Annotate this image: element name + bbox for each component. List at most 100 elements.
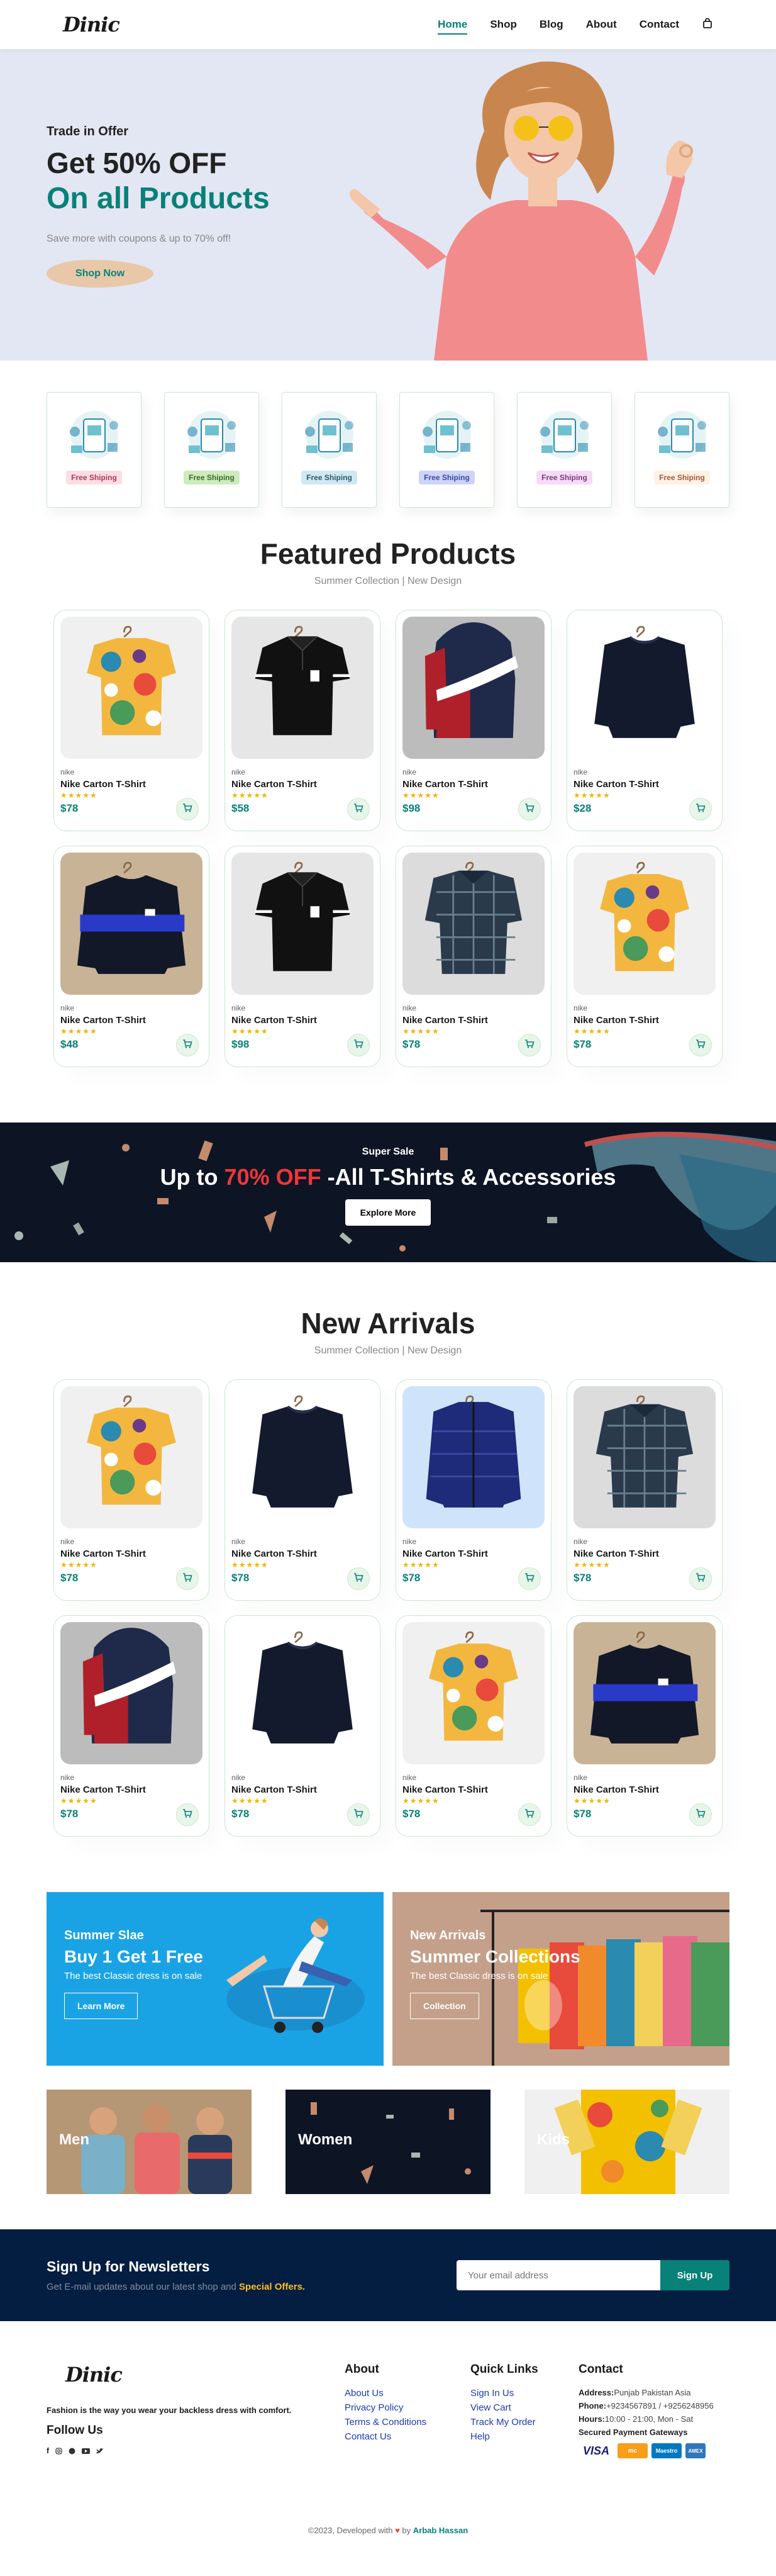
product-rating: ★★★★★ [574,1560,611,1569]
product-image-wrap[interactable] [574,853,716,995]
twitter-icon[interactable] [96,2446,104,2458]
shop-now-button[interactable]: Shop Now [47,260,153,288]
add-to-cart-button[interactable] [176,798,199,820]
collection-button[interactable]: Collection [410,1993,479,2019]
product-image-wrap[interactable] [574,1386,716,1528]
newsletter: Sign Up for Newsletters Get E-mail updat… [0,2229,776,2321]
category-kids[interactable]: Kids [524,2090,729,2194]
product-image-wrap[interactable] [231,1622,374,1764]
product-card[interactable]: nike Nike Carton T-Shirt ★★★★★ $78 [567,1379,723,1601]
footer-link-signin[interactable]: Sign In Us [470,2388,579,2399]
nav-about[interactable]: About [586,18,617,31]
pinterest-icon[interactable] [69,2446,75,2458]
product-image-wrap[interactable] [574,617,716,759]
footer-link-terms[interactable]: Terms & Conditions [345,2417,470,2428]
signup-button[interactable]: Sign Up [660,2260,729,2290]
bag-icon[interactable] [702,18,713,32]
product-image-wrap[interactable] [574,1622,716,1764]
add-to-cart-button[interactable] [689,798,712,820]
product-card[interactable]: nike Nike Carton T-Shirt ★★★★★ $98 [224,846,380,1067]
add-to-cart-button[interactable] [518,1567,541,1590]
footer-link-about[interactable]: About Us [345,2388,470,2399]
add-to-cart-button[interactable] [347,1567,370,1590]
product-brand: nike [231,1004,246,1012]
hero-title: Get 50% OFF [47,147,227,179]
footer-link-help[interactable]: Help [470,2431,579,2442]
product-card[interactable]: nike Nike Carton T-Shirt ★★★★★ $78 [567,846,723,1067]
nav-shop[interactable]: Shop [490,18,517,31]
category-men[interactable]: Men [47,2090,252,2194]
add-to-cart-button[interactable] [689,1034,712,1056]
footer-link-track[interactable]: Track My Order [470,2417,579,2428]
product-card[interactable]: nike Nike Carton T-Shirt ★★★★★ $78 [53,1379,209,1601]
product-rating: ★★★★★ [402,1560,440,1569]
add-to-cart-button[interactable] [518,1034,541,1056]
product-image-wrap[interactable] [231,1386,374,1528]
product-card[interactable]: nike Nike Carton T-Shirt ★★★★★ $78 [567,1615,723,1837]
nav-home[interactable]: Home [438,18,468,35]
add-to-cart-button[interactable] [176,1034,199,1056]
add-to-cart-button[interactable] [347,1803,370,1826]
footer-logo[interactable]: Dinic [65,2363,345,2387]
product-image-wrap[interactable] [60,1622,202,1764]
logo[interactable]: Dinic [63,13,120,36]
product-brand: nike [60,768,75,776]
visa-icon: VISA [579,2443,614,2458]
featured-header: Featured Products Summer Collection | Ne… [0,537,776,587]
product-image [402,1622,545,1764]
product-image-wrap[interactable] [231,617,374,759]
promo-buy1get1: Summer Slae Buy 1 Get 1 Free The best Cl… [47,1892,384,2066]
nav-blog[interactable]: Blog [540,18,563,31]
product-image [402,1386,545,1528]
add-to-cart-button[interactable] [347,1034,370,1056]
product-card[interactable]: nike Nike Carton T-Shirt ★★★★★ $78 [396,846,552,1067]
product-card[interactable]: nike Nike Carton T-Shirt ★★★★★ $98 [396,610,552,831]
add-to-cart-button[interactable] [689,1803,712,1826]
product-rating: ★★★★★ [402,1027,440,1036]
product-image-wrap[interactable] [402,853,545,995]
add-to-cart-button[interactable] [518,798,541,820]
footer-link-cart[interactable]: View Cart [470,2402,579,2413]
footer-link-contact[interactable]: Contact Us [345,2431,470,2442]
add-to-cart-button[interactable] [689,1567,712,1590]
promo1-sub: Summer Slae [64,1929,144,1942]
add-to-cart-button[interactable] [518,1803,541,1826]
product-card[interactable]: nike Nike Carton T-Shirt ★★★★★ $78 [53,610,209,831]
product-card[interactable]: nike Nike Carton T-Shirt ★★★★★ $78 [53,1615,209,1837]
product-image-wrap[interactable] [231,853,374,995]
footer-brand-col: Dinic Fashion is the way you wear your b… [47,2363,345,2458]
learn-more-button[interactable]: Learn More [64,1993,138,2019]
product-rating: ★★★★★ [231,1027,269,1036]
add-to-cart-button[interactable] [347,798,370,820]
product-card[interactable]: nike Nike Carton T-Shirt ★★★★★ $48 [53,846,209,1067]
product-card[interactable]: nike Nike Carton T-Shirt ★★★★★ $28 [567,610,723,831]
facebook-icon[interactable]: f [47,2446,49,2458]
product-card[interactable]: nike Nike Carton T-Shirt ★★★★★ $78 [224,1615,380,1837]
product-image-wrap[interactable] [60,617,202,759]
product-image-wrap[interactable] [60,1386,202,1528]
product-card[interactable]: nike Nike Carton T-Shirt ★★★★★ $78 [224,1379,380,1601]
explore-more-button[interactable]: Explore More [345,1199,431,1226]
product-image-wrap[interactable] [402,1622,545,1764]
hero-highlight: On all Products [47,182,270,215]
youtube-icon[interactable] [82,2446,90,2458]
product-card[interactable]: nike Nike Carton T-Shirt ★★★★★ $78 [396,1379,552,1601]
product-image-wrap[interactable] [402,617,545,759]
footer-about-col: About About Us Privacy Policy Terms & Co… [345,2363,470,2458]
cart-icon [524,1572,535,1586]
product-image-wrap[interactable] [60,853,202,995]
instagram-icon[interactable] [55,2446,62,2458]
product-image-wrap[interactable] [402,1386,545,1528]
add-to-cart-button[interactable] [176,1567,199,1590]
footer-link-privacy[interactable]: Privacy Policy [345,2402,470,2413]
product-card[interactable]: nike Nike Carton T-Shirt ★★★★★ $58 [224,610,380,831]
nav-contact[interactable]: Contact [640,18,679,31]
product-name: Nike Carton T-Shirt [402,1784,488,1795]
add-to-cart-button[interactable] [176,1803,199,1826]
product-card[interactable]: nike Nike Carton T-Shirt ★★★★★ $78 [396,1615,552,1837]
category-women[interactable]: Women [285,2090,491,2194]
newsletter-desc: Get E-mail updates about our latest shop… [47,2282,306,2292]
promo2-desc: The best Classic dress is on sale [410,1971,548,1981]
feature-box: Free Shiping [517,392,612,508]
email-input[interactable] [457,2260,660,2290]
